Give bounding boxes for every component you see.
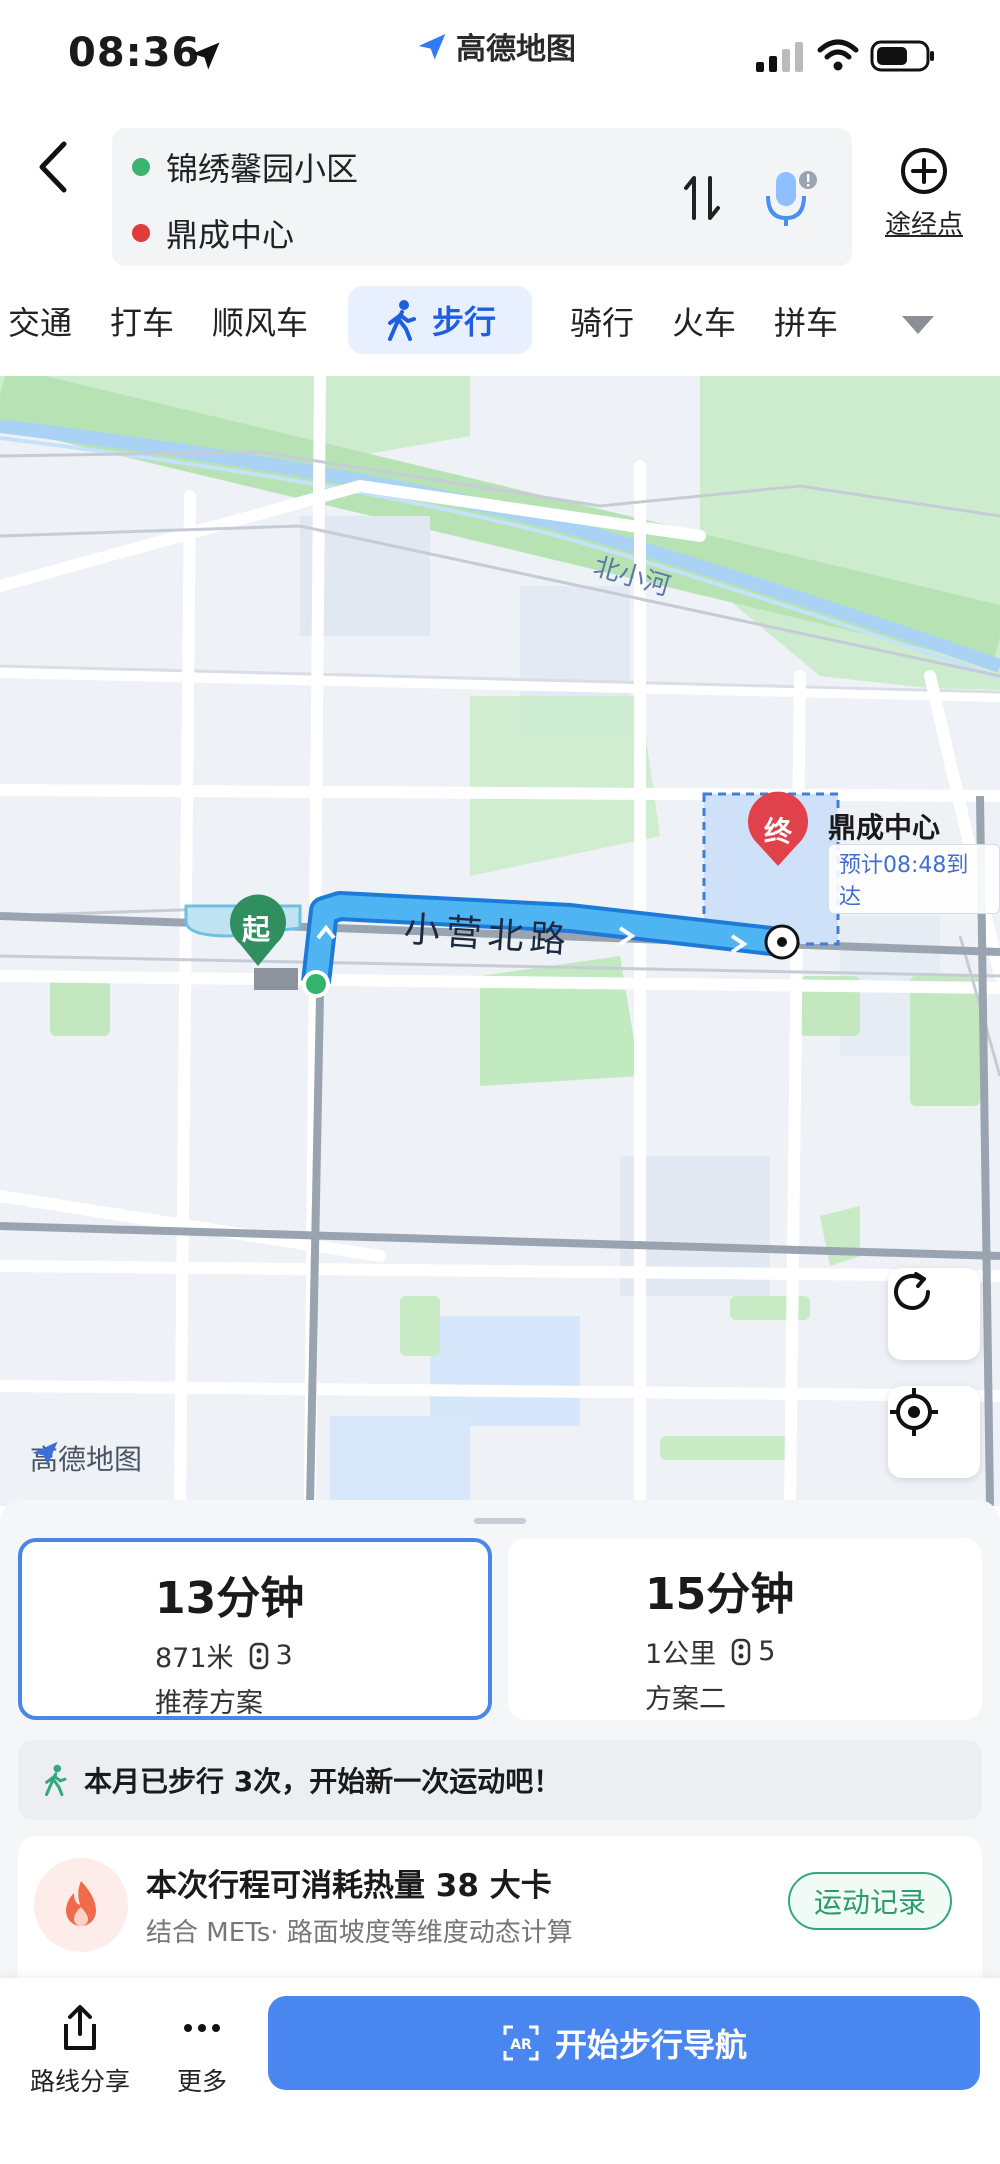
origin-dot-icon [132,158,150,176]
eta-chip: 预计08:48到达 [828,844,1000,914]
walk-banner-text: 本月已步行 3次，开始新一次运动吧！ [84,1765,562,1798]
plan-card-recommended[interactable]: 13分钟 871米 3 推荐方案 [18,1538,492,1720]
destination-field[interactable]: 鼎成中心 [132,210,294,256]
end-marker-label: 终 [764,815,793,848]
clock: 08:36 [68,30,201,76]
voice-input-icon[interactable] [762,166,822,230]
add-waypoint-button[interactable]: 途经点 [874,146,974,256]
crosshair-locate-icon [890,1388,938,1436]
sheet-drag-handle[interactable] [474,1518,526,1524]
plan-meta: 1公里 5 [645,1632,855,1671]
calorie-subtitle: 结合 METs· 路面坡度等维度动态计算 [146,1918,573,1948]
more-dots-icon [184,2024,220,2032]
add-circle-icon [901,148,947,194]
map-watermark: 高德地图 [30,1438,142,1478]
plan-lights: 3 [275,1640,293,1671]
wifi-icon [817,39,859,71]
traffic-light-icon [731,1638,751,1665]
share-label: 路线分享 [29,2067,130,2096]
app-brand: 高德地图 [416,26,576,67]
gaode-watermark-icon [32,1441,58,1466]
refresh-icon [894,1272,930,1310]
tab-walk-label: 步行 [431,303,496,341]
destination-dot-icon [132,224,150,242]
tab-shared-ride[interactable]: 拼车 [774,298,838,344]
origin-label: 锦绣馨园小区 [166,150,359,188]
plan-time: 15分钟 [645,1569,795,1620]
start-marker-label: 起 [242,913,271,946]
waypoint-label: 途经点 [884,210,963,240]
expand-tabs-icon[interactable] [900,314,936,336]
tab-train[interactable]: 火车 [672,298,736,344]
svg-text:AR: AR [510,2037,532,2053]
tab-carpool[interactable]: 顺风车 [212,298,308,344]
destination-map-label[interactable]: 鼎成中心 [828,806,940,846]
plan-name: 方案二 [645,1684,726,1715]
swap-direction-icon[interactable] [680,172,724,224]
app-name: 高德地图 [456,32,576,67]
destination-label: 鼎成中心 [166,216,295,254]
locate-me-button[interactable] [888,1386,980,1478]
location-arrow-icon [192,42,220,70]
tab-walk[interactable]: 步行 [348,286,532,354]
battery-icon [870,40,934,72]
plan-card-alt[interactable]: 15分钟 1公里 5 方案二 [508,1538,982,1720]
plan-time: 13分钟 [155,1573,305,1624]
origin-field[interactable]: 锦绣馨园小区 [132,144,358,190]
plan-distance: 871米 [155,1643,234,1674]
map-view[interactable]: 起 终 北小河 小营北路 鼎成中心 预计08:48到达 高德地图 [0,376,1000,1506]
plan-distance: 1公里 [645,1639,717,1670]
bottom-action-bar: 路线分享 更多 AR 开始步行导航 [0,1978,1000,2164]
start-walk-navigation-button[interactable]: AR 开始步行导航 [268,1996,980,2090]
exercise-record-button[interactable]: 运动记录 [788,1872,952,1930]
start-nav-label: 开始步行导航 [554,2026,747,2064]
signal-icon [756,42,803,72]
travel-mode-tabs: 交通 打车 顺风车 步行 骑行 火车 拼车 [0,286,1000,358]
flame-icon [34,1858,128,1952]
share-icon [64,2005,96,2050]
calorie-title: 本次行程可消耗热量 38 大卡 [146,1868,552,1904]
walking-person-icon [387,300,416,341]
tab-transit[interactable]: 交通 [8,298,72,344]
tab-taxi[interactable]: 打车 [110,298,174,344]
gaode-logo-icon [418,34,446,60]
route-input-box: 锦绣馨园小区 鼎成中心 [112,128,852,266]
walk-stats-banner[interactable]: 本月已步行 3次，开始新一次运动吧！ [18,1740,982,1820]
refresh-button[interactable] [888,1268,980,1360]
plan-lights: 5 [758,1636,776,1667]
plan-meta: 871米 3 [155,1636,365,1675]
traffic-light-icon [249,1642,268,1669]
status-bar: 08:36 高德地图 [0,0,1000,110]
more-label: 更多 [176,2067,227,2096]
share-route-button[interactable]: 路线分享 [20,2004,140,2098]
tab-bike[interactable]: 骑行 [570,298,634,344]
ar-icon: AR [503,2025,539,2061]
back-button[interactable] [30,136,80,198]
plan-name: 推荐方案 [155,1688,263,1719]
walking-person-icon [45,1764,67,1797]
more-button[interactable]: 更多 [142,2004,262,2098]
